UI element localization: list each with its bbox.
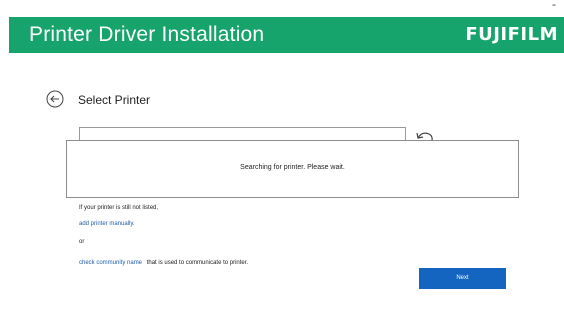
searching-message: Searching for printer. Please wait. bbox=[240, 164, 345, 171]
add-printer-manually-link[interactable]: add printer manually. bbox=[79, 221, 135, 227]
installer-window: - Printer Driver Installation FUJIFILM S… bbox=[0, 0, 564, 335]
community-name-line: check community name that is used to com… bbox=[79, 260, 248, 266]
titlebar: - bbox=[0, 0, 564, 15]
brand-logo: FUJIFILM bbox=[465, 24, 558, 45]
back-arrow-icon bbox=[46, 90, 64, 108]
next-button[interactable]: Next bbox=[419, 268, 506, 289]
searching-dialog: Searching for printer. Please wait. bbox=[66, 140, 519, 198]
minimize-button[interactable]: - bbox=[547, 0, 561, 13]
not-listed-text: If your printer is still not listed, bbox=[79, 205, 159, 211]
back-button[interactable] bbox=[46, 90, 64, 108]
check-community-name-link[interactable]: check community name bbox=[79, 260, 142, 266]
app-title: Printer Driver Installation bbox=[29, 23, 265, 46]
community-description: that is used to communicate to printer. bbox=[146, 260, 249, 266]
or-text: or bbox=[79, 239, 85, 245]
page-title: Select Printer bbox=[78, 93, 151, 107]
app-header: Printer Driver Installation FUJIFILM bbox=[9, 17, 564, 53]
